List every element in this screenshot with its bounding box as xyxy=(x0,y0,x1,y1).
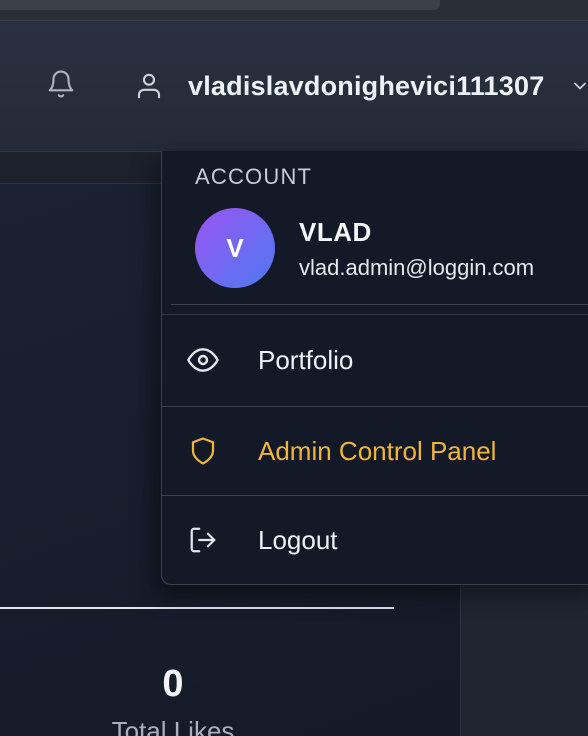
account-name: VLAD xyxy=(299,217,372,247)
account-section-label: ACCOUNT xyxy=(195,164,313,189)
notifications-button[interactable] xyxy=(42,67,80,105)
menu-divider xyxy=(162,314,588,315)
username-label: vladislavdonighevici111307 xyxy=(188,70,545,101)
stat-label: Total Likes xyxy=(111,716,235,736)
chevron-down-icon xyxy=(570,76,588,96)
shield-icon xyxy=(186,434,220,468)
top-header: vladislavdonighevici111307 xyxy=(0,21,588,152)
menu-item-label: Admin Control Panel xyxy=(258,435,497,466)
menu-item-admin-control-panel[interactable]: Admin Control Panel xyxy=(162,406,588,495)
app-page: 0 Total Likes vladislavdonighevici111307 xyxy=(0,0,588,736)
avatar: V xyxy=(195,208,275,288)
logout-icon xyxy=(186,523,220,557)
horizontal-scrollbar[interactable] xyxy=(0,0,440,10)
menu-item-label: Portfolio xyxy=(258,344,354,375)
menu-item-portfolio[interactable]: Portfolio xyxy=(162,316,588,404)
stat-value: 0 xyxy=(162,663,184,705)
menu-divider xyxy=(171,304,588,305)
user-dropdown-menu: ACCOUNT V VLAD vlad.admin@loggin.com Por… xyxy=(161,151,588,585)
menu-item-logout[interactable]: Logout xyxy=(162,495,588,584)
menu-item-label: Logout xyxy=(258,524,338,555)
browser-top-strip xyxy=(0,0,588,21)
eye-icon xyxy=(186,343,220,377)
account-email: vlad.admin@loggin.com xyxy=(299,255,535,280)
panel-divider xyxy=(0,607,394,609)
bell-icon xyxy=(46,68,76,105)
user-icon xyxy=(132,69,166,103)
user-menu-button[interactable]: vladislavdonighevici111307 xyxy=(132,63,588,109)
